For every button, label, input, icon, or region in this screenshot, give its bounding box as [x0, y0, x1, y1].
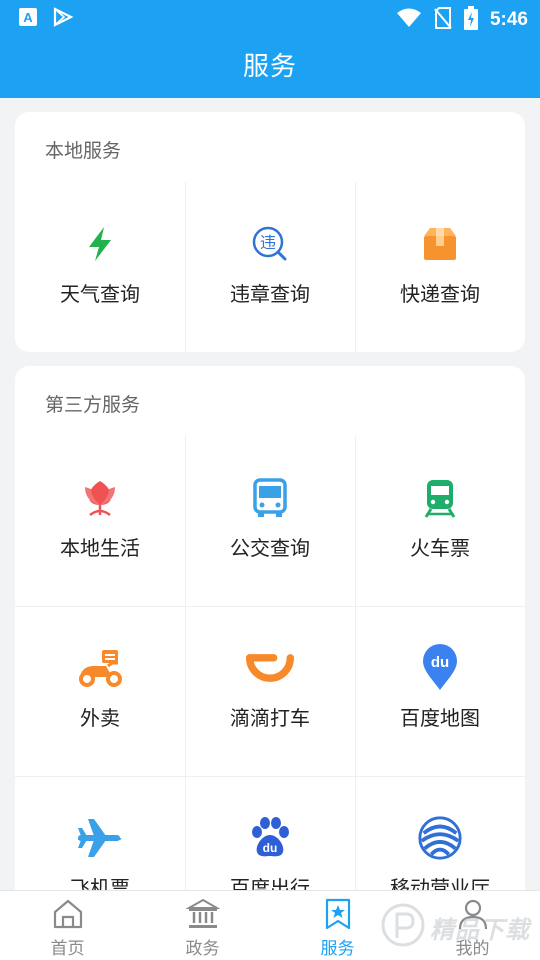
- service-label: 公交查询: [230, 536, 310, 560]
- china-mobile-icon: [416, 814, 464, 862]
- clock-time: 5:46: [489, 9, 528, 30]
- service-express[interactable]: 快递查询: [355, 182, 525, 352]
- no-sim-icon: [434, 7, 452, 33]
- service-label: 天气查询: [60, 282, 140, 306]
- service-weather[interactable]: 天气查询: [15, 182, 185, 352]
- tulip-icon: [76, 474, 124, 522]
- local-services-card: 本地服务 天气查询 违 违章查询 快递查询: [15, 112, 525, 352]
- service-bookmark-icon: [321, 897, 355, 931]
- service-local-life[interactable]: 本地生活: [15, 436, 185, 606]
- service-label: 本地生活: [60, 536, 140, 560]
- app-notification-icon: A: [18, 7, 38, 31]
- didi-icon: [246, 644, 294, 692]
- nav-services[interactable]: 服务: [270, 891, 405, 960]
- service-label: 移动营业厅: [390, 876, 490, 890]
- svg-text:du: du: [431, 654, 449, 671]
- package-box-icon: [416, 220, 464, 268]
- app-bar: 服务: [0, 36, 540, 98]
- content-area[interactable]: 本地服务 天气查询 违 违章查询 快递查询 第三方服务 本地生活 公交查询 火车…: [0, 98, 540, 890]
- service-label: 百度出行: [230, 876, 310, 890]
- section-title-third-party: 第三方服务: [45, 394, 141, 416]
- service-china-mobile[interactable]: 移动营业厅: [355, 776, 525, 890]
- nav-profile[interactable]: 我的: [405, 891, 540, 960]
- service-didi[interactable]: 滴滴打车: [185, 606, 355, 776]
- scooter-icon: [76, 644, 124, 692]
- service-label: 飞机票: [70, 876, 130, 890]
- service-label: 火车票: [410, 536, 470, 560]
- svg-text:A: A: [23, 10, 33, 25]
- page-title: 服务: [242, 52, 297, 82]
- nav-label: 政务: [185, 939, 220, 959]
- nav-label: 服务: [320, 939, 355, 959]
- service-bus[interactable]: 公交查询: [185, 436, 355, 606]
- service-flight[interactable]: 飞机票: [15, 776, 185, 890]
- svg-text:违: 违: [260, 233, 276, 252]
- bottom-navigation: 首页 政务 服务 我的: [0, 890, 540, 960]
- battery-charging-icon: [463, 6, 478, 34]
- lightning-icon: [76, 220, 124, 268]
- section-title-local: 本地服务: [45, 140, 122, 162]
- service-baidu-travel[interactable]: du 百度出行: [185, 776, 355, 890]
- nav-label: 我的: [455, 939, 490, 959]
- service-label: 违章查询: [230, 282, 310, 306]
- service-label: 滴滴打车: [230, 706, 310, 730]
- service-label: 百度地图: [400, 706, 480, 730]
- user-icon: [456, 897, 490, 931]
- map-pin-icon: du: [416, 644, 464, 692]
- svg-text:du: du: [263, 841, 278, 855]
- service-takeout[interactable]: 外卖: [15, 606, 185, 776]
- wifi-icon: [396, 8, 422, 32]
- service-baidu-map[interactable]: du 百度地图: [355, 606, 525, 776]
- nav-government[interactable]: 政务: [135, 891, 270, 960]
- status-bar: A 5:46: [0, 0, 540, 36]
- airplane-icon: [76, 814, 124, 862]
- service-label: 外卖: [80, 706, 120, 730]
- service-violation[interactable]: 违 违章查询: [185, 182, 355, 352]
- government-building-icon: [185, 897, 221, 931]
- violation-search-icon: 违: [246, 220, 294, 268]
- baidu-paw-icon: du: [246, 814, 294, 862]
- third-party-services-card: 第三方服务 本地生活 公交查询 火车票 外卖 滴滴打车 du 百度地图 飞机票 …: [15, 366, 525, 890]
- bus-icon: [246, 474, 294, 522]
- nav-home[interactable]: 首页: [0, 891, 135, 960]
- service-train[interactable]: 火车票: [355, 436, 525, 606]
- train-icon: [416, 474, 464, 522]
- play-store-icon: [52, 7, 74, 31]
- service-label: 快递查询: [400, 282, 480, 306]
- home-icon: [51, 897, 85, 931]
- nav-label: 首页: [50, 939, 85, 959]
